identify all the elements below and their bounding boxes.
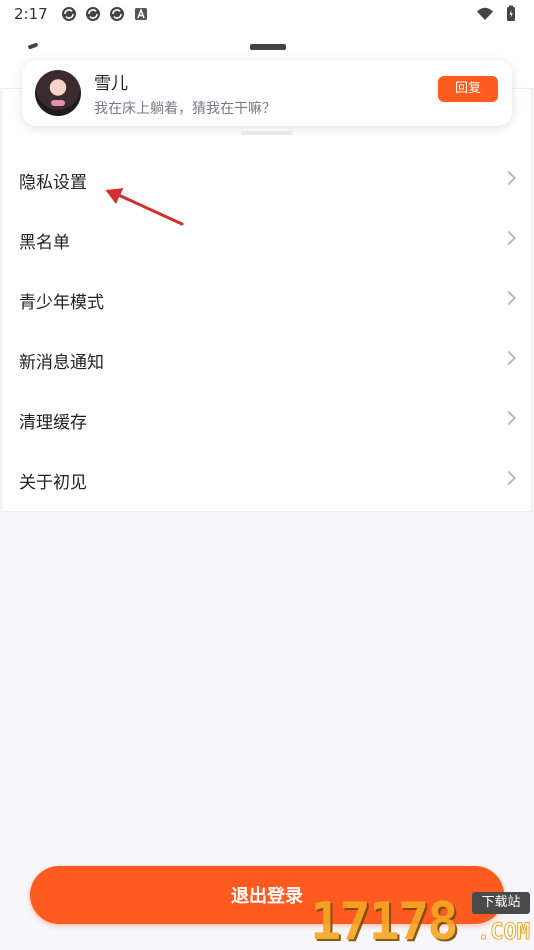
menu-item-clear-cache[interactable]: 清理缓存 bbox=[1, 390, 532, 450]
chevron-right-icon bbox=[501, 170, 517, 186]
menu-item-about[interactable]: 关于初见 bbox=[1, 450, 532, 510]
sync-icon bbox=[109, 7, 124, 21]
watermark-digits: 17178 bbox=[310, 892, 459, 950]
menu-item-label: 清理缓存 bbox=[19, 412, 87, 433]
page-title-obscured bbox=[250, 44, 286, 50]
avatar bbox=[35, 70, 81, 116]
chevron-right-icon bbox=[501, 470, 517, 486]
sync-icon bbox=[61, 7, 76, 21]
status-notification-icons bbox=[60, 5, 150, 23]
chevron-right-icon bbox=[501, 230, 517, 246]
menu-item-teen-mode[interactable]: 青少年模式 bbox=[1, 270, 532, 330]
reply-button[interactable]: 回复 bbox=[438, 76, 498, 102]
menu-item-blacklist[interactable]: 黑名单 bbox=[1, 210, 532, 270]
wifi-icon bbox=[477, 7, 493, 20]
annotation-arrow bbox=[105, 188, 184, 226]
menu-item-label: 黑名单 bbox=[19, 232, 70, 253]
menu-item-label: 青少年模式 bbox=[19, 292, 104, 313]
battery-icon bbox=[507, 5, 515, 21]
chevron-right-icon bbox=[501, 410, 517, 426]
chevron-right-icon bbox=[501, 290, 517, 306]
status-system-icons bbox=[476, 5, 520, 23]
watermark-badge: 下载站 bbox=[472, 892, 530, 914]
menu-item-label: 新消息通知 bbox=[19, 352, 104, 373]
watermark-domain: .COM bbox=[477, 920, 531, 946]
status-bar: 2:17 bbox=[0, 0, 534, 28]
status-time: 2:17 bbox=[14, 5, 48, 23]
message-notification[interactable]: 雪儿 我在床上躺着，猜我在干嘛？ 回复 bbox=[22, 60, 512, 126]
menu-item-privacy-settings[interactable]: 隐私设置 bbox=[1, 150, 532, 210]
a-badge-icon bbox=[134, 8, 147, 20]
menu-item-label: 隐私设置 bbox=[19, 172, 87, 193]
sync-icon bbox=[85, 7, 100, 21]
chevron-right-icon bbox=[501, 350, 517, 366]
menu-item-new-message-notification[interactable]: 新消息通知 bbox=[1, 330, 532, 390]
watermark: 17178 下载站 .COM bbox=[310, 890, 532, 950]
menu-item-label: 关于初见 bbox=[19, 472, 87, 493]
notification-drag-handle[interactable] bbox=[241, 131, 293, 135]
notification-message: 我在床上躺着，猜我在干嘛？ bbox=[94, 100, 276, 117]
notification-sender: 雪儿 bbox=[94, 73, 128, 94]
